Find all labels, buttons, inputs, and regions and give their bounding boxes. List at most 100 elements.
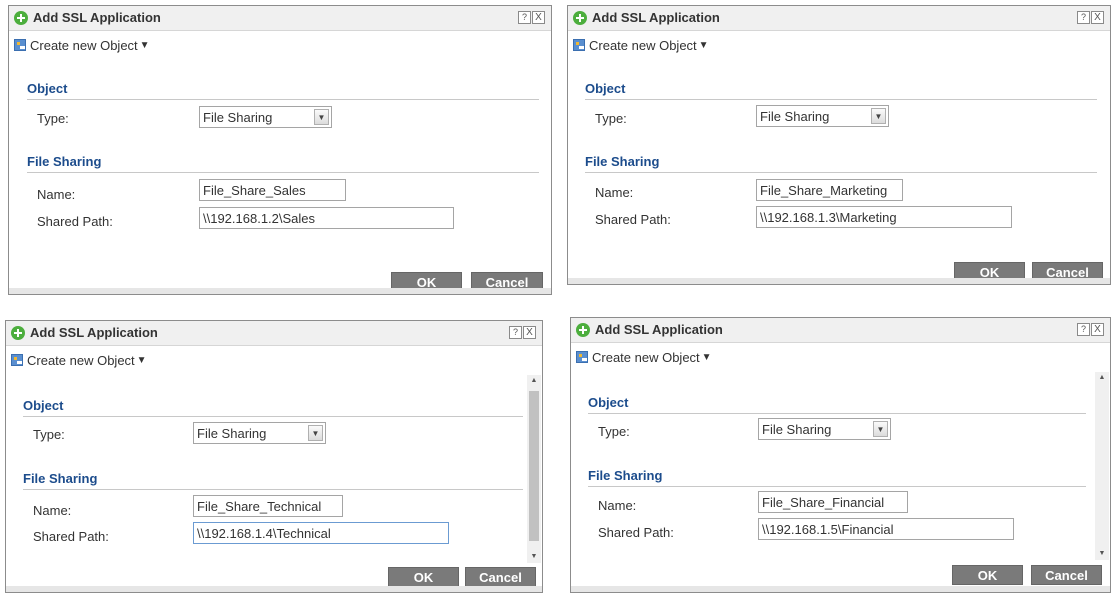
create-new-object-label: Create new Object <box>30 37 138 53</box>
create-new-object-menu[interactable]: Create new Object ▼ <box>14 36 150 54</box>
section-divider <box>23 416 523 417</box>
add-ssl-application-dialog-marketing: Add SSL Application ? X Create new Objec… <box>567 5 1111 285</box>
dialog-title: Add SSL Application <box>592 10 720 25</box>
name-input[interactable] <box>199 179 346 201</box>
type-select[interactable]: File Sharing ▼ <box>199 106 332 128</box>
close-icon[interactable]: X <box>1091 323 1104 336</box>
type-label: Type: <box>598 424 630 439</box>
scroll-up-icon[interactable]: ▲ <box>1095 372 1109 384</box>
dialog-title: Add SSL Application <box>33 10 161 25</box>
create-new-object-label: Create new Object <box>589 37 697 53</box>
section-divider <box>588 486 1086 487</box>
add-ssl-application-dialog-sales: Add SSL Application ? X Create new Objec… <box>8 5 552 295</box>
section-divider <box>588 413 1086 414</box>
dialog-title: Add SSL Application <box>595 322 723 337</box>
close-icon[interactable]: X <box>532 11 545 24</box>
dialog-footer <box>9 288 551 294</box>
close-icon[interactable]: X <box>523 326 536 339</box>
name-input[interactable] <box>756 179 903 201</box>
chevron-down-icon[interactable]: ▼ <box>308 425 323 441</box>
section-divider <box>23 489 523 490</box>
type-select-value: File Sharing <box>760 109 830 124</box>
content-scrollbar[interactable]: ▲ ▼ <box>527 375 541 563</box>
shared-path-input[interactable] <box>199 207 454 229</box>
dialog-titlebar: Add SSL Application ? X <box>6 321 542 346</box>
cancel-button[interactable]: Cancel <box>1031 565 1102 585</box>
object-icon <box>14 39 26 51</box>
type-select[interactable]: File Sharing ▼ <box>193 422 326 444</box>
section-title-file-sharing: File Sharing <box>585 154 660 169</box>
add-icon <box>576 323 590 337</box>
scroll-up-icon[interactable]: ▲ <box>527 375 541 387</box>
create-new-object-menu[interactable]: Create new Object ▼ <box>573 36 709 54</box>
section-divider <box>585 99 1097 100</box>
help-icon[interactable]: ? <box>518 11 531 24</box>
type-select-value: File Sharing <box>203 110 273 125</box>
section-title-object: Object <box>27 81 68 96</box>
ok-button[interactable]: OK <box>388 567 459 587</box>
add-icon <box>14 11 28 25</box>
dropdown-caret-icon: ▼ <box>136 354 147 366</box>
section-title-object: Object <box>588 395 629 410</box>
dialog-footer <box>571 586 1110 592</box>
type-select-value: File Sharing <box>762 422 832 437</box>
name-label: Name: <box>598 498 637 513</box>
chevron-down-icon[interactable]: ▼ <box>314 109 329 125</box>
shared-path-label: Shared Path: <box>595 212 671 227</box>
create-new-object-label: Create new Object <box>27 352 135 368</box>
content-scrollbar[interactable]: ▲ ▼ <box>1095 372 1109 560</box>
object-icon <box>576 351 588 363</box>
dialog-titlebar: Add SSL Application ? X <box>9 6 551 31</box>
add-icon <box>11 326 25 340</box>
name-input[interactable] <box>758 491 908 513</box>
section-title-file-sharing: File Sharing <box>23 471 98 486</box>
shared-path-input[interactable] <box>193 522 449 544</box>
shared-path-input[interactable] <box>758 518 1014 540</box>
type-select[interactable]: File Sharing ▼ <box>758 418 891 440</box>
section-title-file-sharing: File Sharing <box>588 468 663 483</box>
dialog-titlebar: Add SSL Application ? X <box>571 318 1110 343</box>
scroll-down-icon[interactable]: ▼ <box>527 551 541 563</box>
section-title-object: Object <box>585 81 626 96</box>
section-divider <box>585 172 1097 173</box>
chevron-down-icon[interactable]: ▼ <box>873 421 888 437</box>
help-icon[interactable]: ? <box>1077 323 1090 336</box>
object-icon <box>573 39 585 51</box>
add-ssl-application-dialog-financial: Add SSL Application ? X Create new Objec… <box>570 317 1111 593</box>
create-new-object-label: Create new Object <box>592 349 700 365</box>
dialog-footer <box>6 586 542 592</box>
name-label: Name: <box>37 187 76 202</box>
scroll-thumb[interactable] <box>529 391 539 541</box>
shared-path-label: Shared Path: <box>37 214 113 229</box>
section-divider <box>27 99 539 100</box>
name-input[interactable] <box>193 495 343 517</box>
chevron-down-icon[interactable]: ▼ <box>871 108 886 124</box>
type-label: Type: <box>595 111 627 126</box>
dialog-footer <box>568 278 1110 284</box>
dropdown-caret-icon: ▼ <box>139 39 150 51</box>
section-title-file-sharing: File Sharing <box>27 154 102 169</box>
help-icon[interactable]: ? <box>1077 11 1090 24</box>
type-select[interactable]: File Sharing ▼ <box>756 105 889 127</box>
section-title-object: Object <box>23 398 64 413</box>
help-icon[interactable]: ? <box>509 326 522 339</box>
shared-path-label: Shared Path: <box>33 529 109 544</box>
close-icon[interactable]: X <box>1091 11 1104 24</box>
object-icon <box>11 354 23 366</box>
cancel-button[interactable]: Cancel <box>465 567 536 587</box>
type-label: Type: <box>33 427 65 442</box>
dialog-titlebar: Add SSL Application ? X <box>568 6 1110 31</box>
add-icon <box>573 11 587 25</box>
shared-path-input[interactable] <box>756 206 1012 228</box>
dialog-title: Add SSL Application <box>30 325 158 340</box>
name-label: Name: <box>595 185 634 200</box>
name-label: Name: <box>33 503 72 518</box>
create-new-object-menu[interactable]: Create new Object ▼ <box>11 351 147 369</box>
ok-button[interactable]: OK <box>952 565 1023 585</box>
add-ssl-application-dialog-technical: Add SSL Application ? X Create new Objec… <box>5 320 543 593</box>
create-new-object-menu[interactable]: Create new Object ▼ <box>576 348 712 366</box>
dropdown-caret-icon: ▼ <box>698 39 709 51</box>
scroll-down-icon[interactable]: ▼ <box>1095 548 1109 560</box>
type-select-value: File Sharing <box>197 426 267 441</box>
type-label: Type: <box>37 111 69 126</box>
